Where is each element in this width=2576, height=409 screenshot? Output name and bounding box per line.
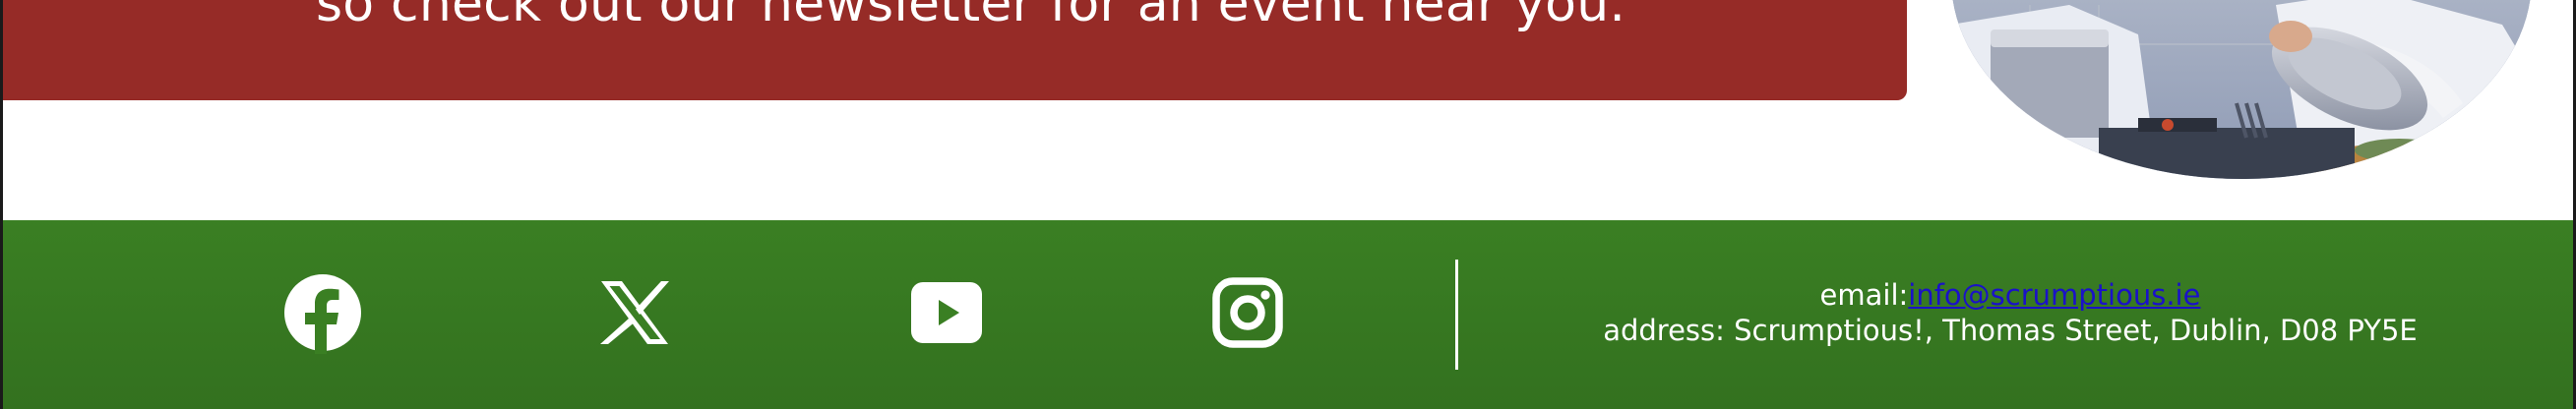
contact-info: email:info@scrumptious.ie address: Scrum… (1489, 277, 2532, 348)
email-line: email:info@scrumptious.ie (1489, 277, 2532, 313)
email-label: email: (1819, 278, 1909, 312)
newsletter-banner-text: so check out our newsletter for an event… (316, 0, 1626, 33)
site-footer: email:info@scrumptious.ie address: Scrum… (3, 220, 2573, 409)
youtube-link[interactable] (905, 271, 988, 354)
address-line: address: Scrumptious!, Thomas Street, Du… (1603, 314, 2418, 347)
x-link[interactable] (593, 271, 676, 354)
email-link[interactable]: info@scrumptious.ie (1908, 278, 2200, 312)
facebook-icon (284, 274, 361, 354)
footer-divider (1455, 260, 1458, 370)
instagram-link[interactable] (1206, 271, 1289, 354)
youtube-icon (911, 282, 982, 343)
instagram-icon (1212, 277, 1283, 348)
x-icon (600, 281, 669, 344)
facebook-link[interactable] (281, 271, 364, 354)
newsletter-banner: so check out our newsletter for an event… (3, 0, 1907, 100)
